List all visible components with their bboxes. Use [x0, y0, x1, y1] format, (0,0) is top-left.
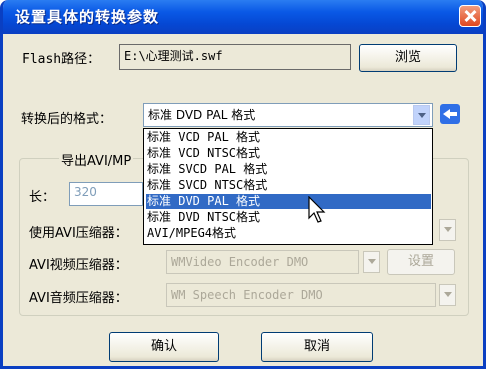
ok-button[interactable]: 确认 — [109, 332, 219, 362]
format-option[interactable]: 标准 VCD NTSC格式 — [146, 146, 431, 161]
format-option[interactable]: AVI/MPEG4格式 — [146, 226, 431, 241]
audio-compressor-select[interactable]: WM Speech Encoder DMO — [166, 283, 436, 307]
format-option[interactable]: 标准 SVCD PAL 格式 — [146, 162, 431, 177]
convert-settings-dialog: 设置具体的转换参数 Flash路径： E:\心理测试.swf 浏览 转换后的格式… — [0, 0, 486, 369]
format-dropdown-arrow-icon[interactable] — [413, 105, 430, 125]
format-select[interactable]: 标准 DVD PAL 格式 — [143, 103, 433, 127]
use-compressor-label: 使用AVI压缩器： — [29, 226, 128, 241]
format-option-selected[interactable]: 标准 DVD PAL 格式 — [146, 194, 431, 209]
settings-button[interactable]: 设置 — [387, 249, 455, 275]
video-compressor-label: AVI视频压缩器： — [29, 258, 128, 273]
back-arrow-icon[interactable] — [440, 104, 460, 124]
audio-compressor-dropdown-icon[interactable] — [439, 284, 456, 306]
flash-path-field[interactable]: E:\心理测试.swf — [119, 44, 351, 70]
format-selected-value: 标准 DVD PAL 格式 — [148, 108, 256, 122]
video-compressor-select[interactable]: WMVideo Encoder DMO — [166, 250, 359, 274]
title-bar[interactable]: 设置具体的转换参数 — [3, 0, 483, 34]
browse-button[interactable]: 浏览 — [359, 44, 457, 72]
video-compressor-dropdown-icon[interactable] — [363, 251, 380, 273]
close-icon[interactable] — [459, 5, 481, 27]
format-option[interactable]: 标准 SVCD NTSC格式 — [146, 178, 431, 193]
avi-group-title: 导出AVI/MP — [59, 150, 134, 169]
format-dropdown-list: 标准 VCD PAL 格式 标准 VCD NTSC格式 标准 SVCD PAL … — [143, 128, 433, 245]
length-label: 长： — [29, 190, 56, 205]
format-label: 转换后的格式： — [21, 112, 113, 127]
length-input[interactable]: 320 — [69, 182, 143, 206]
format-option[interactable]: 标准 DVD NTSC格式 — [146, 210, 431, 225]
flash-path-label: Flash路径： — [22, 52, 101, 67]
format-option[interactable]: 标准 VCD PAL 格式 — [146, 130, 431, 145]
window-title: 设置具体的转换参数 — [15, 8, 160, 26]
mouse-pointer-icon — [308, 196, 326, 223]
use-compressor-dropdown-icon[interactable] — [439, 219, 456, 241]
cancel-button[interactable]: 取消 — [261, 332, 373, 362]
audio-compressor-label: AVI音频压缩器： — [29, 291, 128, 306]
